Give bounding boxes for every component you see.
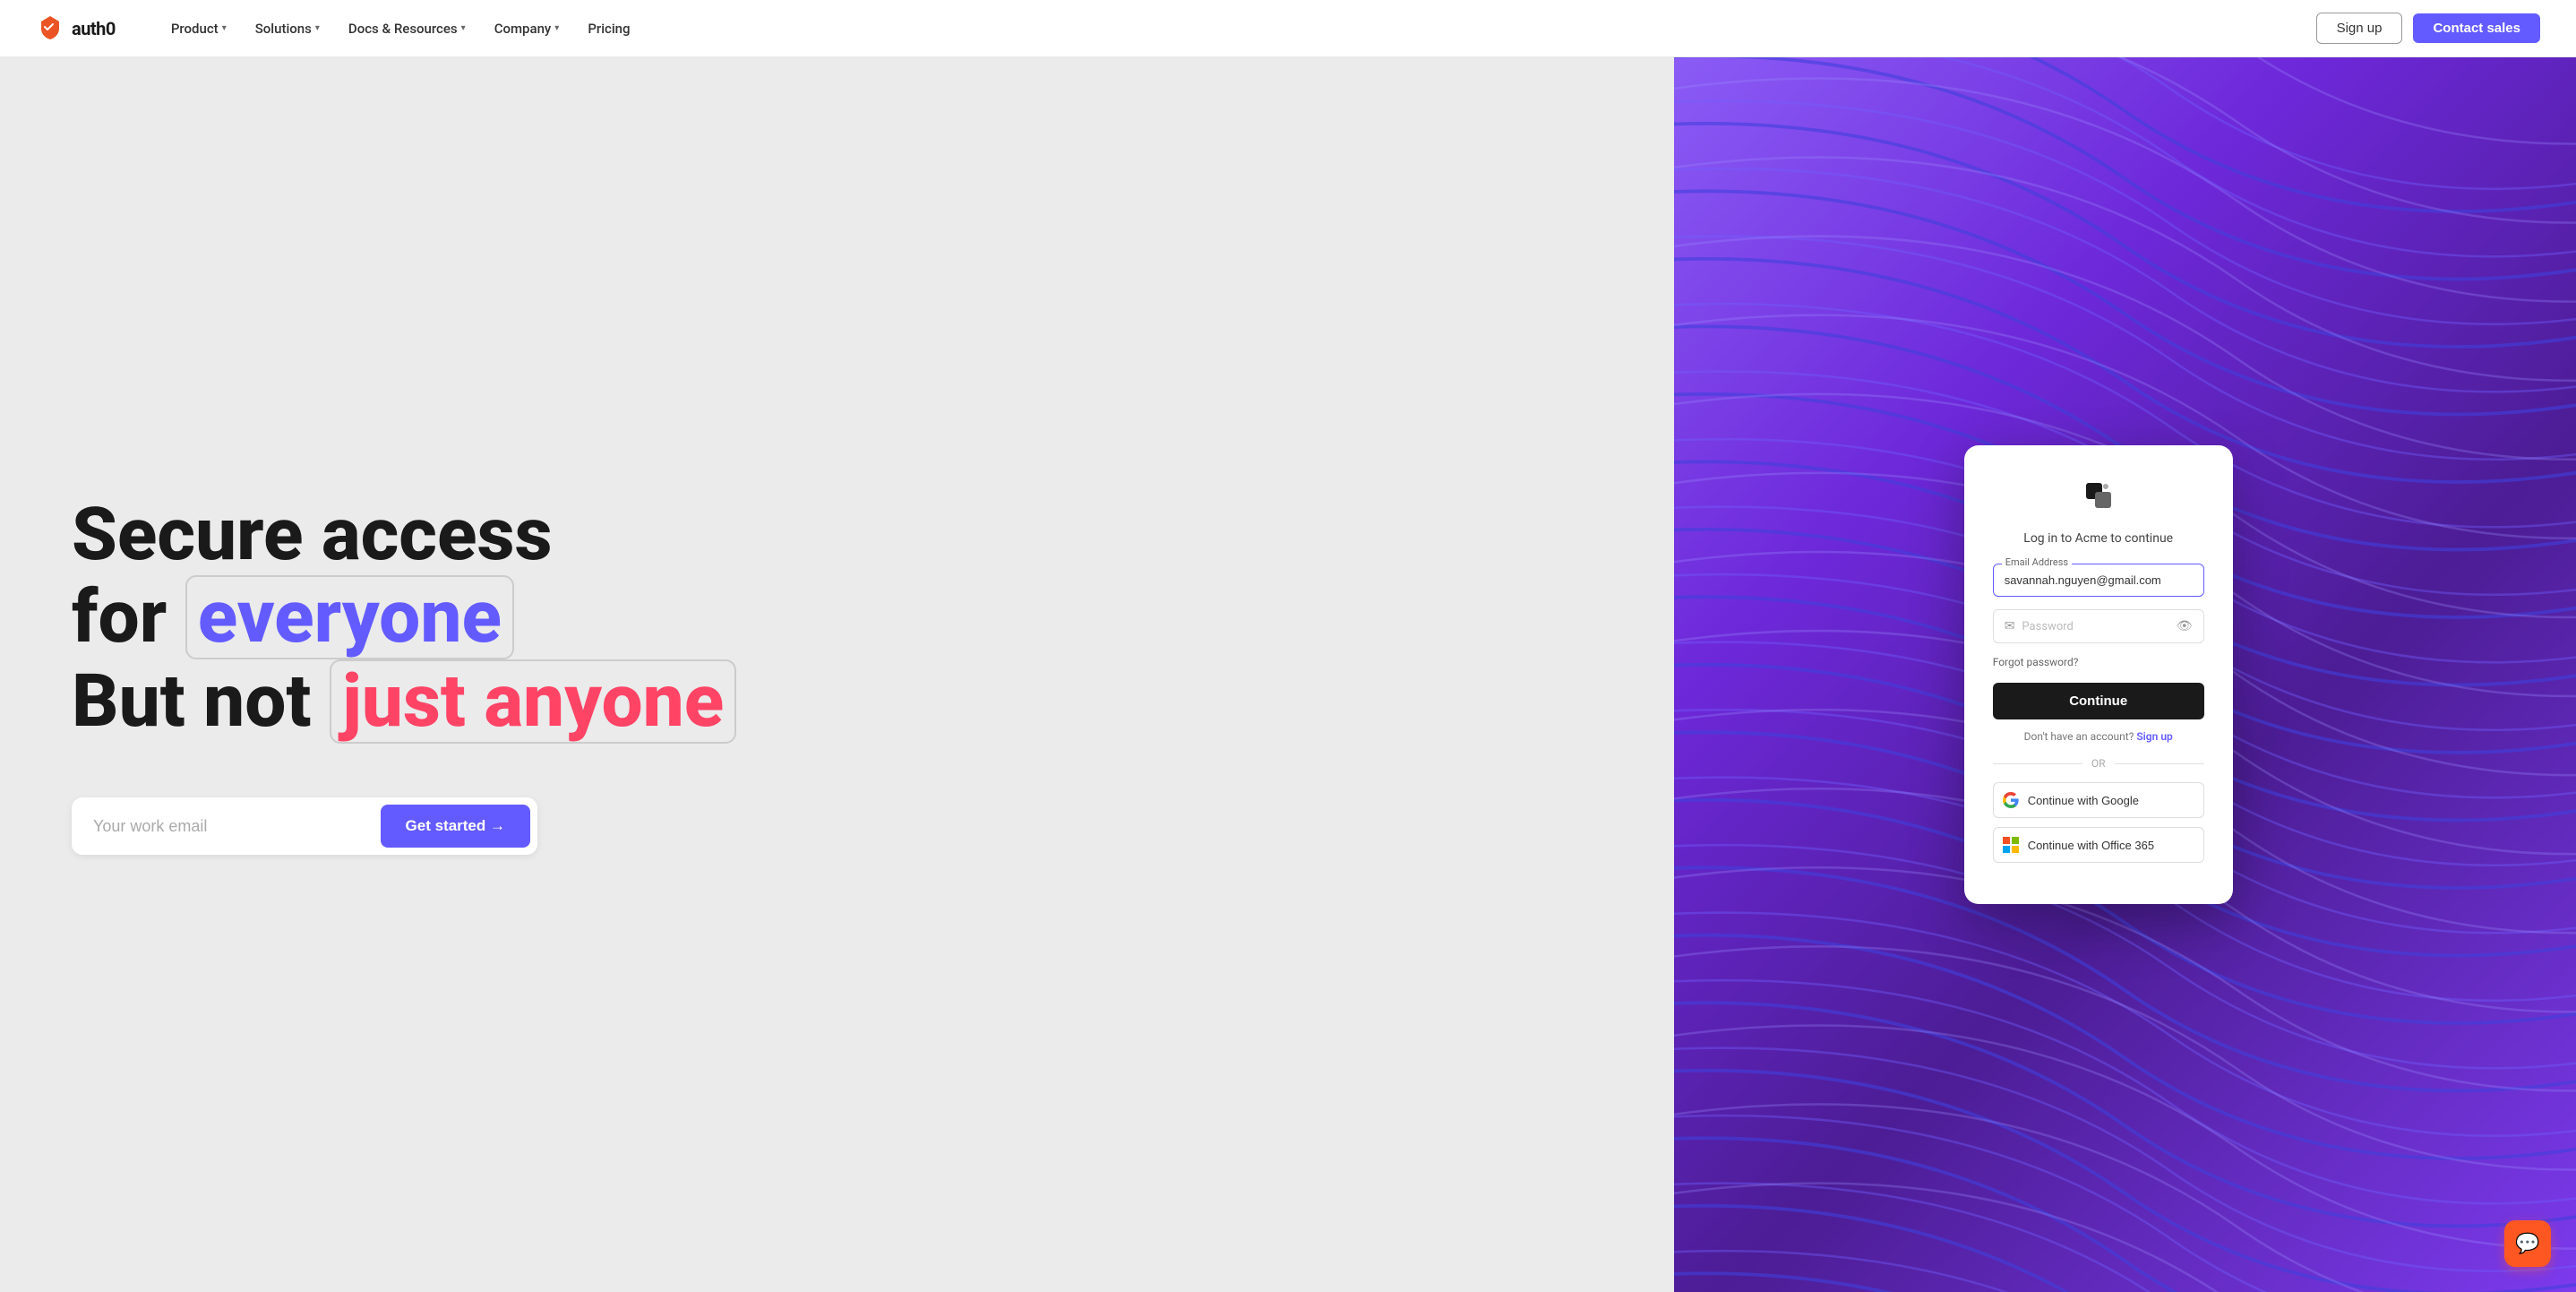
continue-button[interactable]: Continue bbox=[1993, 683, 2204, 719]
get-started-button[interactable]: Get started → bbox=[381, 805, 530, 848]
navbar: auth0 Product ▾ Solutions ▾ Docs & Resou… bbox=[0, 0, 2576, 57]
no-account-text: Don't have an account? bbox=[2024, 730, 2134, 743]
chat-button[interactable]: 💬 bbox=[2504, 1220, 2551, 1267]
password-wrapper: ✉ Password 👁 bbox=[1993, 609, 2204, 643]
nav-links: Product ▾ Solutions ▾ Docs & Resources ▾… bbox=[159, 13, 2316, 44]
hero-left: Secure access for everyone But not just … bbox=[0, 57, 1674, 1292]
forgot-password-link[interactable]: Forgot password? bbox=[1993, 656, 2204, 668]
hero-headline: Secure access for everyone But not just … bbox=[72, 495, 1602, 745]
google-button-label: Continue with Google bbox=[2028, 794, 2139, 807]
nav-pricing-label: Pricing bbox=[588, 21, 630, 37]
auth-signup-text: Don't have an account? Sign up bbox=[1993, 730, 2204, 743]
auth-divider: OR bbox=[1993, 757, 2204, 770]
nav-docs[interactable]: Docs & Resources ▾ bbox=[336, 13, 478, 44]
chevron-down-icon: ▾ bbox=[315, 23, 320, 33]
chevron-down-icon: ▾ bbox=[554, 23, 559, 33]
continue-with-office365-button[interactable]: Continue with Office 365 bbox=[1993, 827, 2204, 863]
continue-with-google-button[interactable]: Continue with Google bbox=[1993, 782, 2204, 818]
google-icon bbox=[2003, 792, 2019, 808]
office365-button-label: Continue with Office 365 bbox=[2028, 839, 2154, 852]
headline-everyone: everyone bbox=[185, 575, 514, 659]
hero-right: Log in to Acme to continue Email Address… bbox=[1674, 57, 2576, 1292]
auth-card: Log in to Acme to continue Email Address… bbox=[1964, 445, 2233, 904]
auth-email-input[interactable] bbox=[1993, 564, 2204, 597]
work-email-input[interactable] bbox=[93, 808, 381, 845]
nav-docs-label: Docs & Resources bbox=[348, 21, 458, 37]
nav-pricing[interactable]: Pricing bbox=[575, 13, 642, 44]
signup-button[interactable]: Sign up bbox=[2316, 13, 2403, 44]
nav-product[interactable]: Product ▾ bbox=[159, 13, 239, 44]
password-placeholder-text: Password bbox=[2022, 620, 2176, 633]
auth-password-field: ✉ Password 👁 bbox=[1993, 609, 2204, 643]
nav-solutions[interactable]: Solutions ▾ bbox=[243, 13, 332, 44]
auth-card-title: Log in to Acme to continue bbox=[1993, 531, 2204, 546]
envelope-icon: ✉ bbox=[2005, 619, 2015, 633]
divider-line-left bbox=[1993, 763, 2082, 764]
auth-card-logo-icon bbox=[2081, 478, 2117, 513]
headline-just-anyone: just anyone bbox=[330, 659, 736, 744]
office365-icon bbox=[2003, 837, 2019, 853]
auth-card-logo bbox=[1993, 478, 2204, 517]
hero-cta-form: Get started → bbox=[72, 797, 537, 855]
auth-email-label: Email Address bbox=[2002, 556, 2072, 568]
chevron-down-icon: ▾ bbox=[461, 23, 466, 33]
chat-icon: 💬 bbox=[2515, 1233, 2539, 1255]
headline-part3: But not bbox=[72, 659, 312, 745]
headline-part2: for bbox=[72, 574, 167, 660]
auth-email-field: Email Address bbox=[1993, 564, 2204, 597]
chevron-down-icon: ▾ bbox=[222, 23, 227, 33]
contact-sales-button[interactable]: Contact sales bbox=[2413, 13, 2540, 43]
logo[interactable]: auth0 bbox=[36, 14, 116, 43]
divider-line-right bbox=[2115, 763, 2204, 764]
nav-product-label: Product bbox=[171, 21, 219, 37]
divider-text: OR bbox=[2091, 757, 2106, 770]
eye-icon[interactable]: 👁 bbox=[2177, 619, 2193, 633]
hero-section: Secure access for everyone But not just … bbox=[0, 57, 2576, 1292]
logo-text: auth0 bbox=[72, 18, 116, 39]
headline-part1: Secure access bbox=[72, 492, 553, 578]
nav-company[interactable]: Company ▾ bbox=[482, 13, 572, 44]
nav-actions: Sign up Contact sales bbox=[2316, 13, 2540, 44]
auth0-logo-icon bbox=[36, 14, 64, 43]
signup-link[interactable]: Sign up bbox=[2136, 730, 2172, 743]
nav-company-label: Company bbox=[494, 21, 552, 37]
nav-solutions-label: Solutions bbox=[255, 21, 312, 37]
